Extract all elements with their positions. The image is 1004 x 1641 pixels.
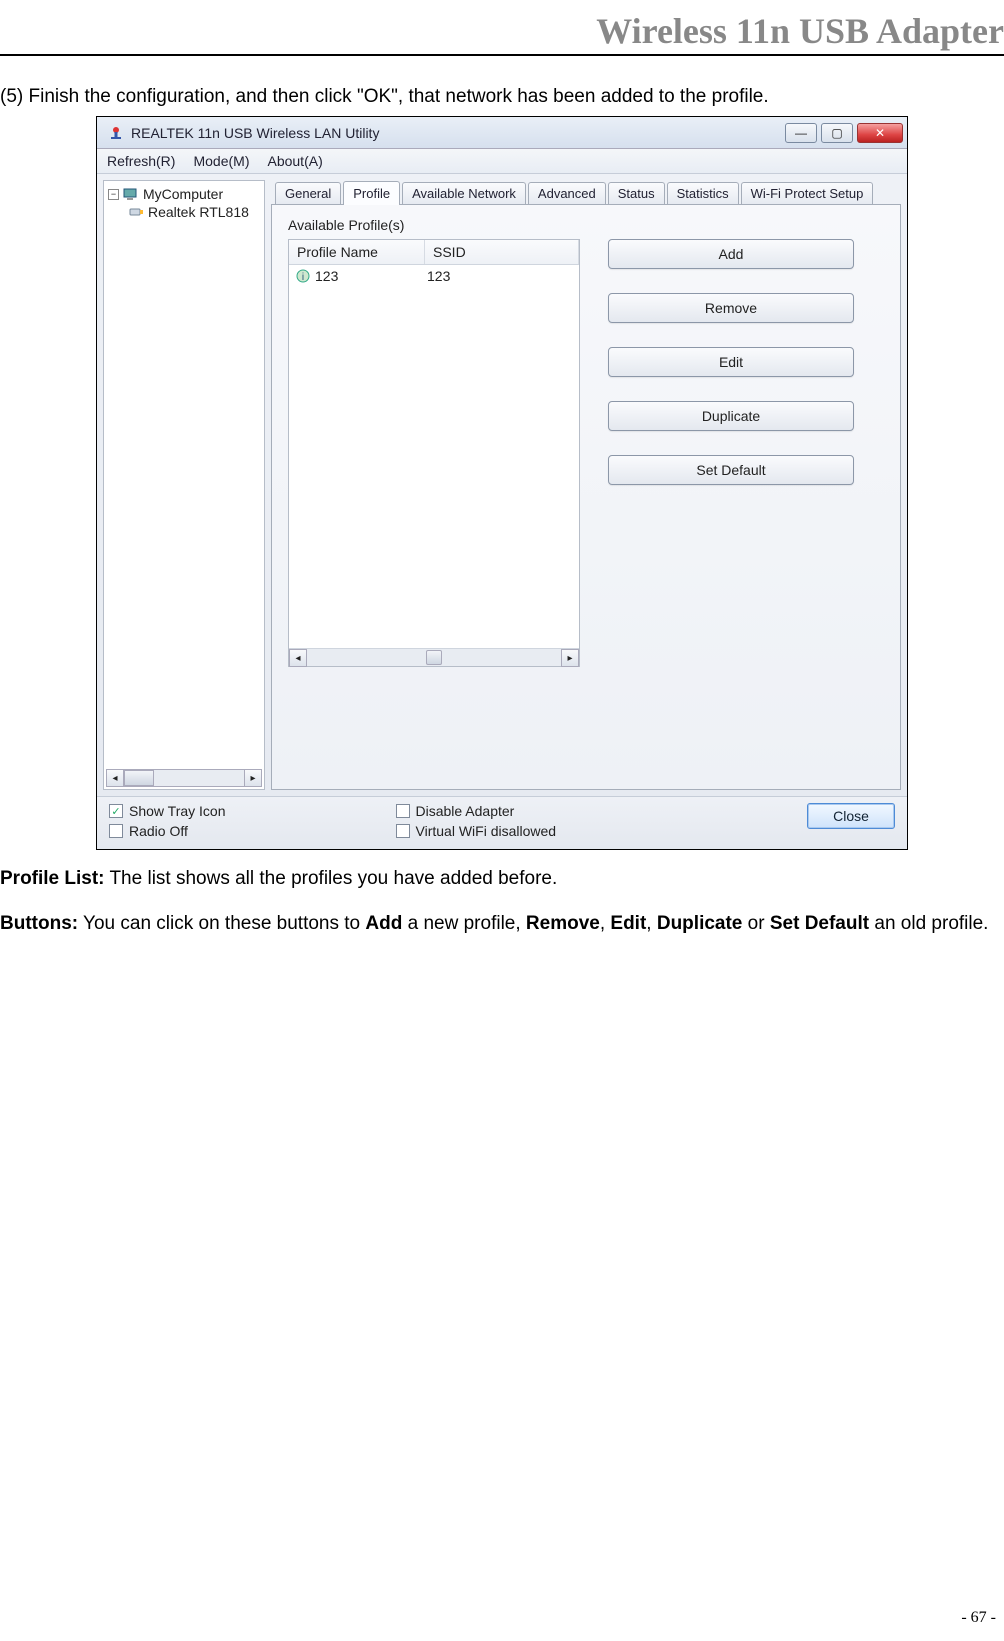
disable-adapter-label: Disable Adapter [416, 803, 515, 819]
buttons-post: an old profile. [869, 913, 988, 934]
tree-child-row[interactable]: Realtek RTL818 [106, 203, 262, 221]
profile-list-scrollbar[interactable]: ◂ ▸ [289, 648, 579, 666]
buttons-comma2: , [646, 913, 657, 934]
virtual-wifi-disallowed-checkbox[interactable]: Virtual WiFi disallowed [396, 823, 557, 839]
instruction-text: (5) Finish the configuration, and then c… [0, 86, 1004, 108]
scroll-thumb[interactable] [426, 650, 442, 665]
tab-body-profile: Available Profile(s) Profile Name SSID i [271, 204, 901, 790]
tab-profile[interactable]: Profile [343, 181, 400, 205]
show-tray-icon-label: Show Tray Icon [129, 803, 226, 819]
radio-off-checkbox[interactable]: Radio Off [109, 823, 226, 839]
profile-row[interactable]: i 123 123 [289, 265, 579, 287]
tab-advanced[interactable]: Advanced [528, 182, 606, 204]
scroll-left-icon[interactable]: ◂ [289, 649, 307, 667]
buttons-pre: You can click on these buttons to [78, 913, 365, 934]
virtual-wifi-disallowed-label: Virtual WiFi disallowed [416, 823, 557, 839]
disable-adapter-checkbox[interactable]: Disable Adapter [396, 803, 557, 819]
checkbox-unchecked-icon [109, 824, 123, 838]
duplicate-button[interactable]: Duplicate [608, 401, 854, 431]
close-window-button[interactable]: ✕ [857, 123, 903, 143]
checkbox-checked-icon: ✓ [109, 804, 123, 818]
profile-icon: i [295, 268, 311, 284]
buttons-edit: Edit [610, 913, 646, 934]
tab-available-network[interactable]: Available Network [402, 182, 526, 204]
close-icon: ✕ [875, 126, 885, 140]
page-header-title: Wireless 11n USB Adapter [0, 10, 1004, 54]
buttons-bold: Buttons: [0, 913, 78, 934]
body-paragraph-profile-list: Profile List: The list shows all the pro… [0, 862, 1004, 895]
svg-text:i: i [302, 272, 304, 283]
body-paragraph-buttons: Buttons: You can click on these buttons … [0, 907, 1004, 940]
bottom-bar: ✓ Show Tray Icon Radio Off Disable Adapt… [97, 796, 907, 849]
tabstrip: General Profile Available Network Advanc… [271, 180, 901, 204]
scroll-track[interactable] [124, 769, 244, 787]
radio-off-label: Radio Off [129, 823, 188, 839]
tab-statistics[interactable]: Statistics [667, 182, 739, 204]
tree-root-row[interactable]: − MyComputer [106, 185, 262, 203]
tab-general[interactable]: General [275, 182, 341, 204]
tree-root-label: MyComputer [143, 186, 223, 202]
buttons-comma1: , [600, 913, 611, 934]
add-button[interactable]: Add [608, 239, 854, 269]
profile-list-header: Profile Name SSID [289, 240, 579, 265]
remove-button[interactable]: Remove [608, 293, 854, 323]
app-window: REALTEK 11n USB Wireless LAN Utility — ▢… [96, 116, 908, 850]
tab-status[interactable]: Status [608, 182, 665, 204]
scroll-left-icon[interactable]: ◂ [106, 769, 124, 787]
scroll-right-icon[interactable]: ▸ [244, 769, 262, 787]
profile-list: Profile Name SSID i 123 123 [288, 239, 580, 667]
device-tree: − MyComputer Realtek RTL818 ◂ ▸ [103, 180, 265, 790]
window-title: REALTEK 11n USB Wireless LAN Utility [131, 125, 785, 141]
tree-collapse-icon[interactable]: − [108, 189, 119, 200]
tab-wps[interactable]: Wi-Fi Protect Setup [741, 182, 874, 204]
buttons-or: or [742, 913, 769, 934]
app-icon [107, 124, 125, 142]
col-ssid[interactable]: SSID [425, 240, 579, 264]
minimize-icon: — [795, 126, 807, 140]
checkbox-unchecked-icon [396, 804, 410, 818]
set-default-button[interactable]: Set Default [608, 455, 854, 485]
col-profile-name[interactable]: Profile Name [289, 240, 425, 264]
buttons-add: Add [365, 913, 402, 934]
buttons-duplicate: Duplicate [657, 913, 743, 934]
close-button[interactable]: Close [807, 803, 895, 829]
menu-mode[interactable]: Mode(M) [193, 153, 249, 169]
profile-ssid-cell: 123 [427, 268, 450, 284]
maximize-button[interactable]: ▢ [821, 123, 853, 143]
adapter-icon [128, 204, 144, 220]
tree-child-label: Realtek RTL818 [148, 204, 249, 220]
titlebar: REALTEK 11n USB Wireless LAN Utility — ▢… [97, 117, 907, 149]
computer-icon [123, 186, 139, 202]
profile-list-desc: The list shows all the profiles you have… [105, 868, 558, 889]
buttons-set-default: Set Default [770, 913, 869, 934]
menubar: Refresh(R) Mode(M) About(A) [97, 149, 907, 174]
available-profiles-label: Available Profile(s) [288, 217, 884, 233]
tree-horizontal-scrollbar[interactable]: ◂ ▸ [106, 769, 262, 787]
edit-button[interactable]: Edit [608, 347, 854, 377]
page-number: - 67 - [961, 1609, 996, 1627]
buttons-mid1: a new profile, [402, 913, 526, 934]
checkbox-unchecked-icon [396, 824, 410, 838]
profile-name-cell: 123 [315, 268, 427, 284]
maximize-icon: ▢ [831, 126, 842, 140]
show-tray-icon-checkbox[interactable]: ✓ Show Tray Icon [109, 803, 226, 819]
scroll-thumb[interactable] [124, 770, 154, 786]
minimize-button[interactable]: — [785, 123, 817, 143]
menu-refresh[interactable]: Refresh(R) [107, 153, 175, 169]
scroll-right-icon[interactable]: ▸ [561, 649, 579, 667]
buttons-remove: Remove [526, 913, 600, 934]
profile-list-bold: Profile List: [0, 868, 105, 889]
scroll-track[interactable] [307, 649, 561, 666]
menu-about[interactable]: About(A) [267, 153, 322, 169]
